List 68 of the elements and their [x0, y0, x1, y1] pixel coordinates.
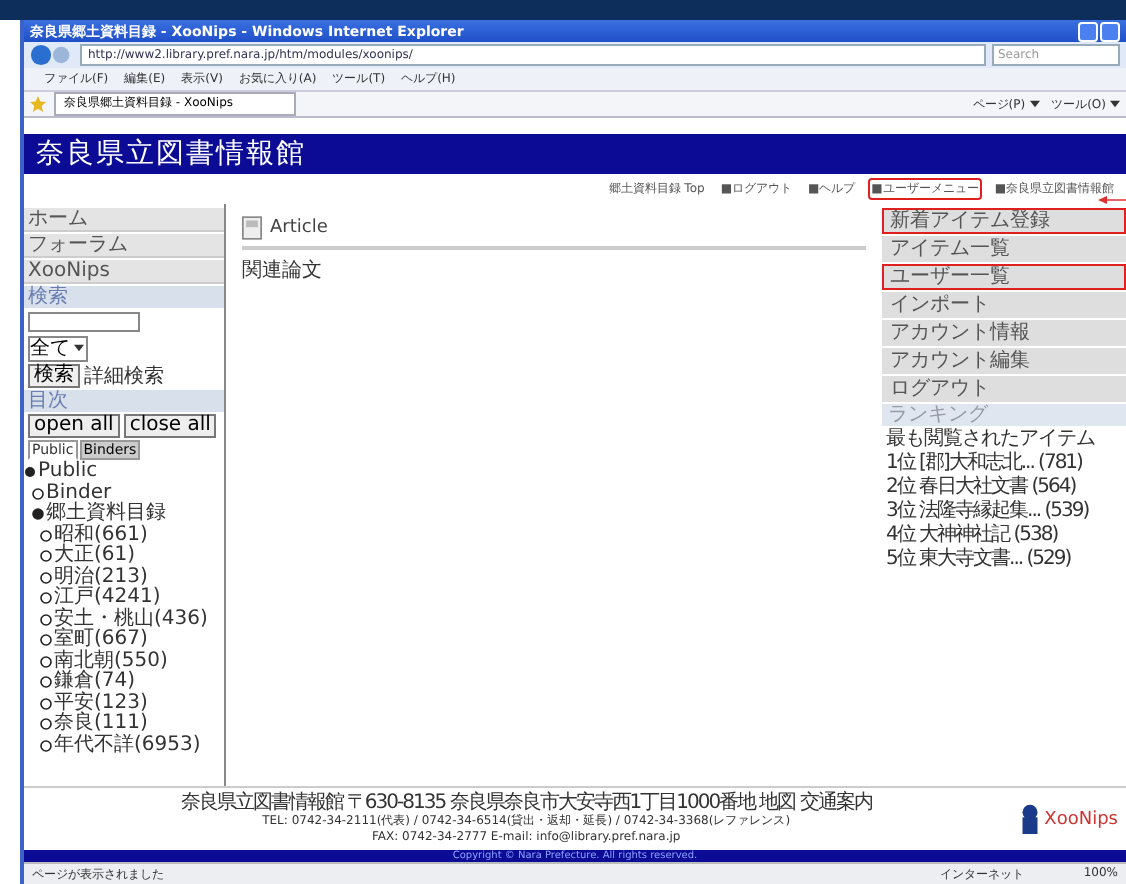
caret-icon — [1029, 99, 1040, 108]
tree-node-icon — [24, 466, 36, 479]
sidebar-item[interactable]: ホーム — [24, 208, 224, 232]
block-title: ランキング — [882, 404, 1126, 426]
ranking-item[interactable]: 1位 [郡]大和志北... (781) — [882, 452, 1126, 474]
annotation-arrow-icon — [1098, 194, 1126, 206]
tree-node-icon — [40, 571, 52, 584]
document-icon — [242, 216, 262, 240]
user-menu-item[interactable]: ログアウト — [882, 376, 1126, 402]
tree-node-icon — [40, 613, 52, 626]
tree-node-icon — [40, 634, 52, 647]
tree-item[interactable]: 平安(123) — [54, 693, 148, 714]
tree-item[interactable]: Public — [38, 462, 98, 483]
tree-node-icon — [40, 676, 52, 689]
tree-item[interactable]: 安土・桃山(436) — [54, 609, 208, 630]
ranking-item[interactable]: 3位 法隆寺縁起集... (539) — [882, 500, 1126, 522]
advanced-search-link[interactable]: 詳細検索 — [84, 365, 164, 387]
ranking-item[interactable]: 4位 大神神社記 (538) — [882, 524, 1126, 546]
section-text: 関連論文 — [242, 257, 324, 284]
close-all-button[interactable]: close all — [123, 414, 217, 438]
tree-item[interactable]: 江戸(4241) — [54, 588, 161, 609]
favorites-star-icon[interactable] — [30, 96, 46, 112]
tree-item[interactable]: 鎌倉(74) — [54, 672, 136, 693]
product-logo: XooNips — [1044, 809, 1118, 829]
user-menu-item[interactable]: 新着アイテム登録 — [882, 208, 1126, 234]
tree-node-icon — [32, 508, 44, 521]
tree-item[interactable]: 郷土資料目録 — [46, 504, 166, 525]
tree-item[interactable]: Binder — [46, 483, 112, 504]
tree-item[interactable]: 室町(667) — [54, 630, 148, 651]
tree-node-icon — [40, 592, 52, 605]
tree-node-icon — [40, 655, 52, 668]
tree-node-icon — [40, 529, 52, 542]
ranking-item[interactable]: 2位 春日大社文書 (564) — [882, 476, 1126, 498]
tree-node-icon — [40, 550, 52, 563]
caret-icon — [1110, 99, 1120, 108]
block-title: 検索 — [24, 286, 224, 308]
caret-icon — [74, 344, 84, 353]
open-all-button[interactable]: open all — [28, 414, 120, 438]
logo-mark-icon — [1020, 804, 1041, 834]
tree-node-icon — [40, 697, 52, 710]
tree-node-icon — [32, 487, 44, 500]
sidebar-item[interactable]: フォーラム — [24, 234, 224, 258]
tree-node-icon — [40, 739, 52, 752]
site-logo[interactable]: 奈良県立図書情報館 — [36, 136, 306, 172]
user-menu-item[interactable]: ユーザー一覧 — [882, 264, 1126, 290]
tree-item[interactable]: 奈良(111) — [54, 714, 148, 735]
user-menu-item[interactable]: インポート — [882, 292, 1126, 318]
minimize-button[interactable] — [1078, 21, 1098, 41]
tree-item[interactable]: 大正(61) — [54, 546, 136, 567]
section-title: Article — [270, 218, 328, 238]
block-title: 目次 — [24, 390, 224, 412]
scope-select[interactable]: 全て — [28, 336, 88, 362]
ranking-subtitle: 最も閲覧されたアイテム — [884, 428, 1097, 450]
ranking-item[interactable]: 5位 東大寺文書... (529) — [882, 548, 1126, 570]
keyword-field[interactable] — [28, 312, 140, 332]
footer-text: 奈良県立図書情報館 〒630-8135 奈良県奈良市大安寺西1丁目1000番地 地図 交通案内 — [180, 792, 872, 814]
search-button[interactable]: 検索 — [28, 364, 80, 388]
tree-item[interactable]: 明治(213) — [54, 567, 148, 588]
user-menu-item[interactable]: アカウント編集 — [882, 348, 1126, 374]
tree-item[interactable]: 昭和(661) — [54, 525, 148, 546]
user-menu-item[interactable]: アイテム一覧 — [882, 236, 1126, 262]
close-button[interactable] — [1100, 21, 1120, 41]
user-menu-item[interactable]: アカウント情報 — [882, 320, 1126, 346]
tree-item[interactable]: 南北朝(550) — [54, 651, 168, 672]
tree-node-icon — [40, 718, 52, 731]
back-forward-icon[interactable] — [30, 44, 74, 66]
sidebar-item[interactable]: XooNips — [24, 260, 224, 284]
tree-item[interactable]: 年代不詳(6953) — [54, 735, 201, 756]
